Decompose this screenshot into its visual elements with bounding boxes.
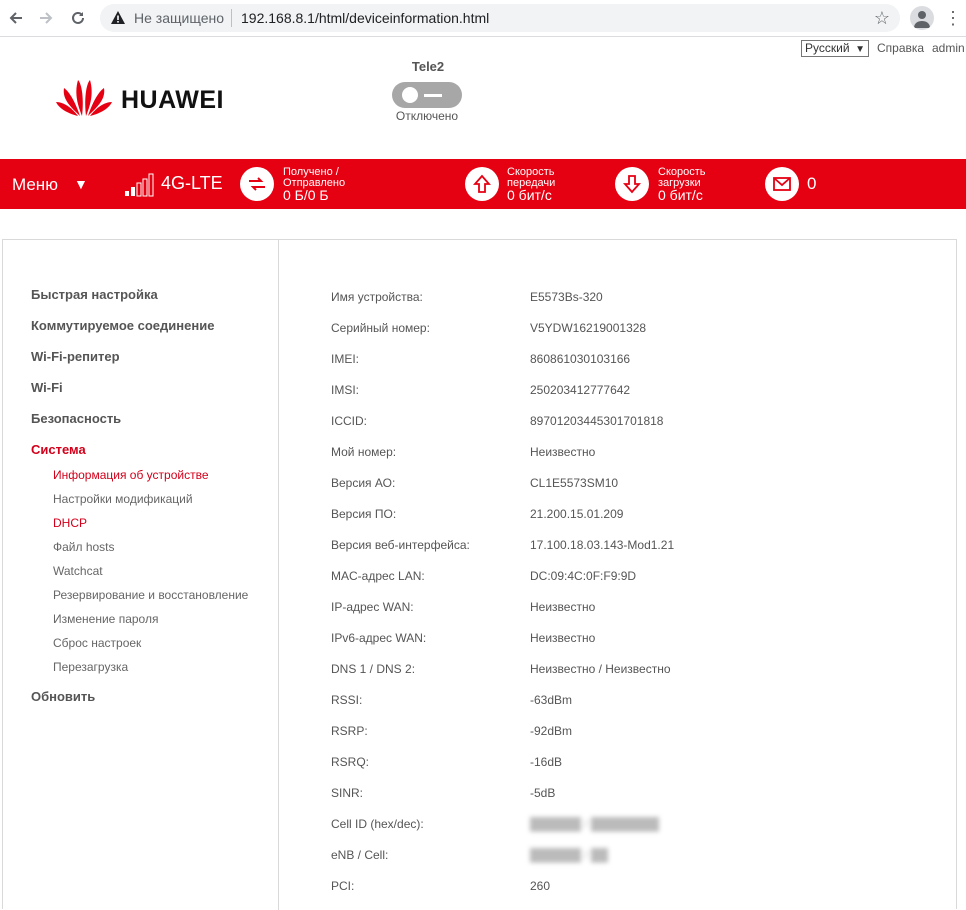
info-label: IPv6-адрес WAN: (331, 631, 427, 645)
info-label: Версия веб-интерфейса: (331, 538, 470, 552)
info-label: Мой номер: (331, 445, 397, 459)
info-value: 21.200.15.01.209 (530, 507, 624, 521)
operator-name: Tele2 (411, 59, 445, 74)
connection-toggle[interactable] (392, 82, 462, 108)
info-value: Неизвестно (530, 631, 596, 645)
subitem-factory-reset[interactable]: Сброс настроек (53, 636, 141, 650)
info-label: Версия ПО: (331, 507, 397, 521)
subitem-backup-restore[interactable]: Резервирование и восстановление (53, 588, 248, 602)
info-value: -92dBm (530, 724, 573, 738)
subitem-reboot[interactable]: Перезагрузка (53, 660, 128, 674)
info-label: Имя устройства: (331, 290, 423, 304)
subitem-watchcat[interactable]: Watchcat (53, 564, 103, 578)
info-label: RSRQ: (331, 755, 370, 769)
info-label: IP-адрес WAN: (331, 600, 414, 614)
info-label: eNB / Cell: (331, 848, 389, 862)
chevron-down-icon: ▼ (855, 44, 865, 55)
info-value: Неизвестно (530, 600, 596, 614)
browser-toolbar: Не защищено 192.168.8.1/html/deviceinfor… (0, 0, 966, 37)
info-value-redacted: ██████ / ████████ (530, 817, 660, 831)
subitem-hosts[interactable]: Файл hosts (53, 540, 115, 554)
language-selected: Русский (805, 41, 850, 55)
info-value: CL1E5573SM10 (530, 476, 619, 490)
status-bar: Меню ▼ 4G-LTE Получено / Отправлено 0 Б/… (0, 159, 966, 209)
info-label: Версия АО: (331, 476, 396, 490)
profile-avatar-icon[interactable] (910, 6, 934, 30)
address-bar[interactable]: Не защищено 192.168.8.1/html/deviceinfor… (100, 4, 900, 32)
info-label: PCI: (331, 879, 355, 893)
user-link[interactable]: admin (932, 41, 965, 55)
menu-button[interactable]: Меню (12, 175, 58, 195)
info-value: 860861030103166 (530, 352, 631, 366)
bookmark-star-icon[interactable]: ☆ (874, 8, 890, 29)
upload-icon (465, 167, 499, 201)
sidebar-item-dialup[interactable]: Коммутируемое соединение (31, 318, 214, 333)
connection-status: Отключено (395, 109, 459, 123)
menu-dropdown-icon[interactable]: ▼ (74, 176, 88, 192)
info-label: Cell ID (hex/dec): (331, 817, 424, 831)
toggle-knob (402, 87, 418, 103)
signal-strength-icon (124, 173, 158, 202)
info-label: DNS 1 / DNS 2: (331, 662, 416, 676)
sidebar-item-update[interactable]: Обновить (31, 689, 95, 704)
subitem-device-info[interactable]: Информация об устройстве (53, 468, 209, 482)
reload-icon[interactable] (66, 6, 90, 30)
received-sent-value: 0 Б/0 Б (283, 187, 329, 203)
info-label: ICCID: (331, 414, 367, 428)
divider (231, 9, 232, 27)
warning-icon[interactable] (110, 10, 126, 31)
content-panel: Быстрая настройка Коммутируемое соединен… (2, 239, 957, 910)
back-icon[interactable] (4, 6, 28, 30)
security-label[interactable]: Не защищено (134, 10, 224, 26)
sidebar-item-system[interactable]: Система (31, 442, 86, 457)
sidebar-item-quick-setup[interactable]: Быстрая настройка (31, 287, 158, 302)
info-label: SINR: (331, 786, 364, 800)
info-value: 17.100.18.03.143-Mod1.21 (530, 538, 675, 552)
sidebar-item-wifi-repeater[interactable]: Wi-Fi-репитер (31, 349, 120, 364)
info-label: RSRP: (331, 724, 368, 738)
download-speed-value: 0 бит/с (658, 187, 703, 203)
upload-speed-value: 0 бит/с (507, 187, 552, 203)
info-value: Неизвестно / Неизвестно (530, 662, 671, 676)
toggle-off-indicator (424, 94, 442, 97)
more-menu-icon[interactable]: ⋮ (944, 6, 962, 30)
huawei-logo-icon (56, 76, 112, 123)
help-link[interactable]: Справка (877, 41, 924, 55)
info-value: Неизвестно (530, 445, 596, 459)
transfer-icon (240, 167, 274, 201)
download-icon (615, 167, 649, 201)
info-label: Серийный номер: (331, 321, 430, 335)
info-value: 260 (530, 879, 551, 893)
forward-icon[interactable] (34, 6, 58, 30)
message-icon[interactable] (765, 167, 799, 201)
info-label: MAC-адрес LAN: (331, 569, 425, 583)
info-label: IMSI: (331, 383, 360, 397)
info-value: 89701203445301701818 (530, 414, 664, 428)
info-value: -63dBm (530, 693, 573, 707)
info-value: DC:09:4C:0F:F9:9D (530, 569, 637, 583)
subitem-mod-settings[interactable]: Настройки модификаций (53, 492, 193, 506)
info-value: -16dB (530, 755, 563, 769)
sidebar-item-security[interactable]: Безопасность (31, 411, 121, 426)
sidebar-item-wifi[interactable]: Wi-Fi (31, 380, 63, 395)
info-label: RSSI: (331, 693, 363, 707)
sidebar-divider (278, 240, 279, 910)
info-value: E5573Bs-320 (530, 290, 603, 304)
language-select[interactable]: Русский ▼ (801, 40, 869, 57)
subitem-change-password[interactable]: Изменение пароля (53, 612, 158, 626)
info-value: V5YDW16219001328 (530, 321, 647, 335)
info-value: 250203412777642 (530, 383, 631, 397)
network-type: 4G-LTE (161, 173, 223, 193)
url-text[interactable]: 192.168.8.1/html/deviceinformation.html (241, 10, 489, 26)
info-value-redacted: ██████ / ██ (530, 848, 609, 862)
brand-name: HUAWEI (121, 86, 224, 114)
message-count: 0 (807, 174, 817, 193)
subitem-dhcp[interactable]: DHCP (53, 516, 87, 530)
info-value: -5dB (530, 786, 556, 800)
info-label: IMEI: (331, 352, 360, 366)
